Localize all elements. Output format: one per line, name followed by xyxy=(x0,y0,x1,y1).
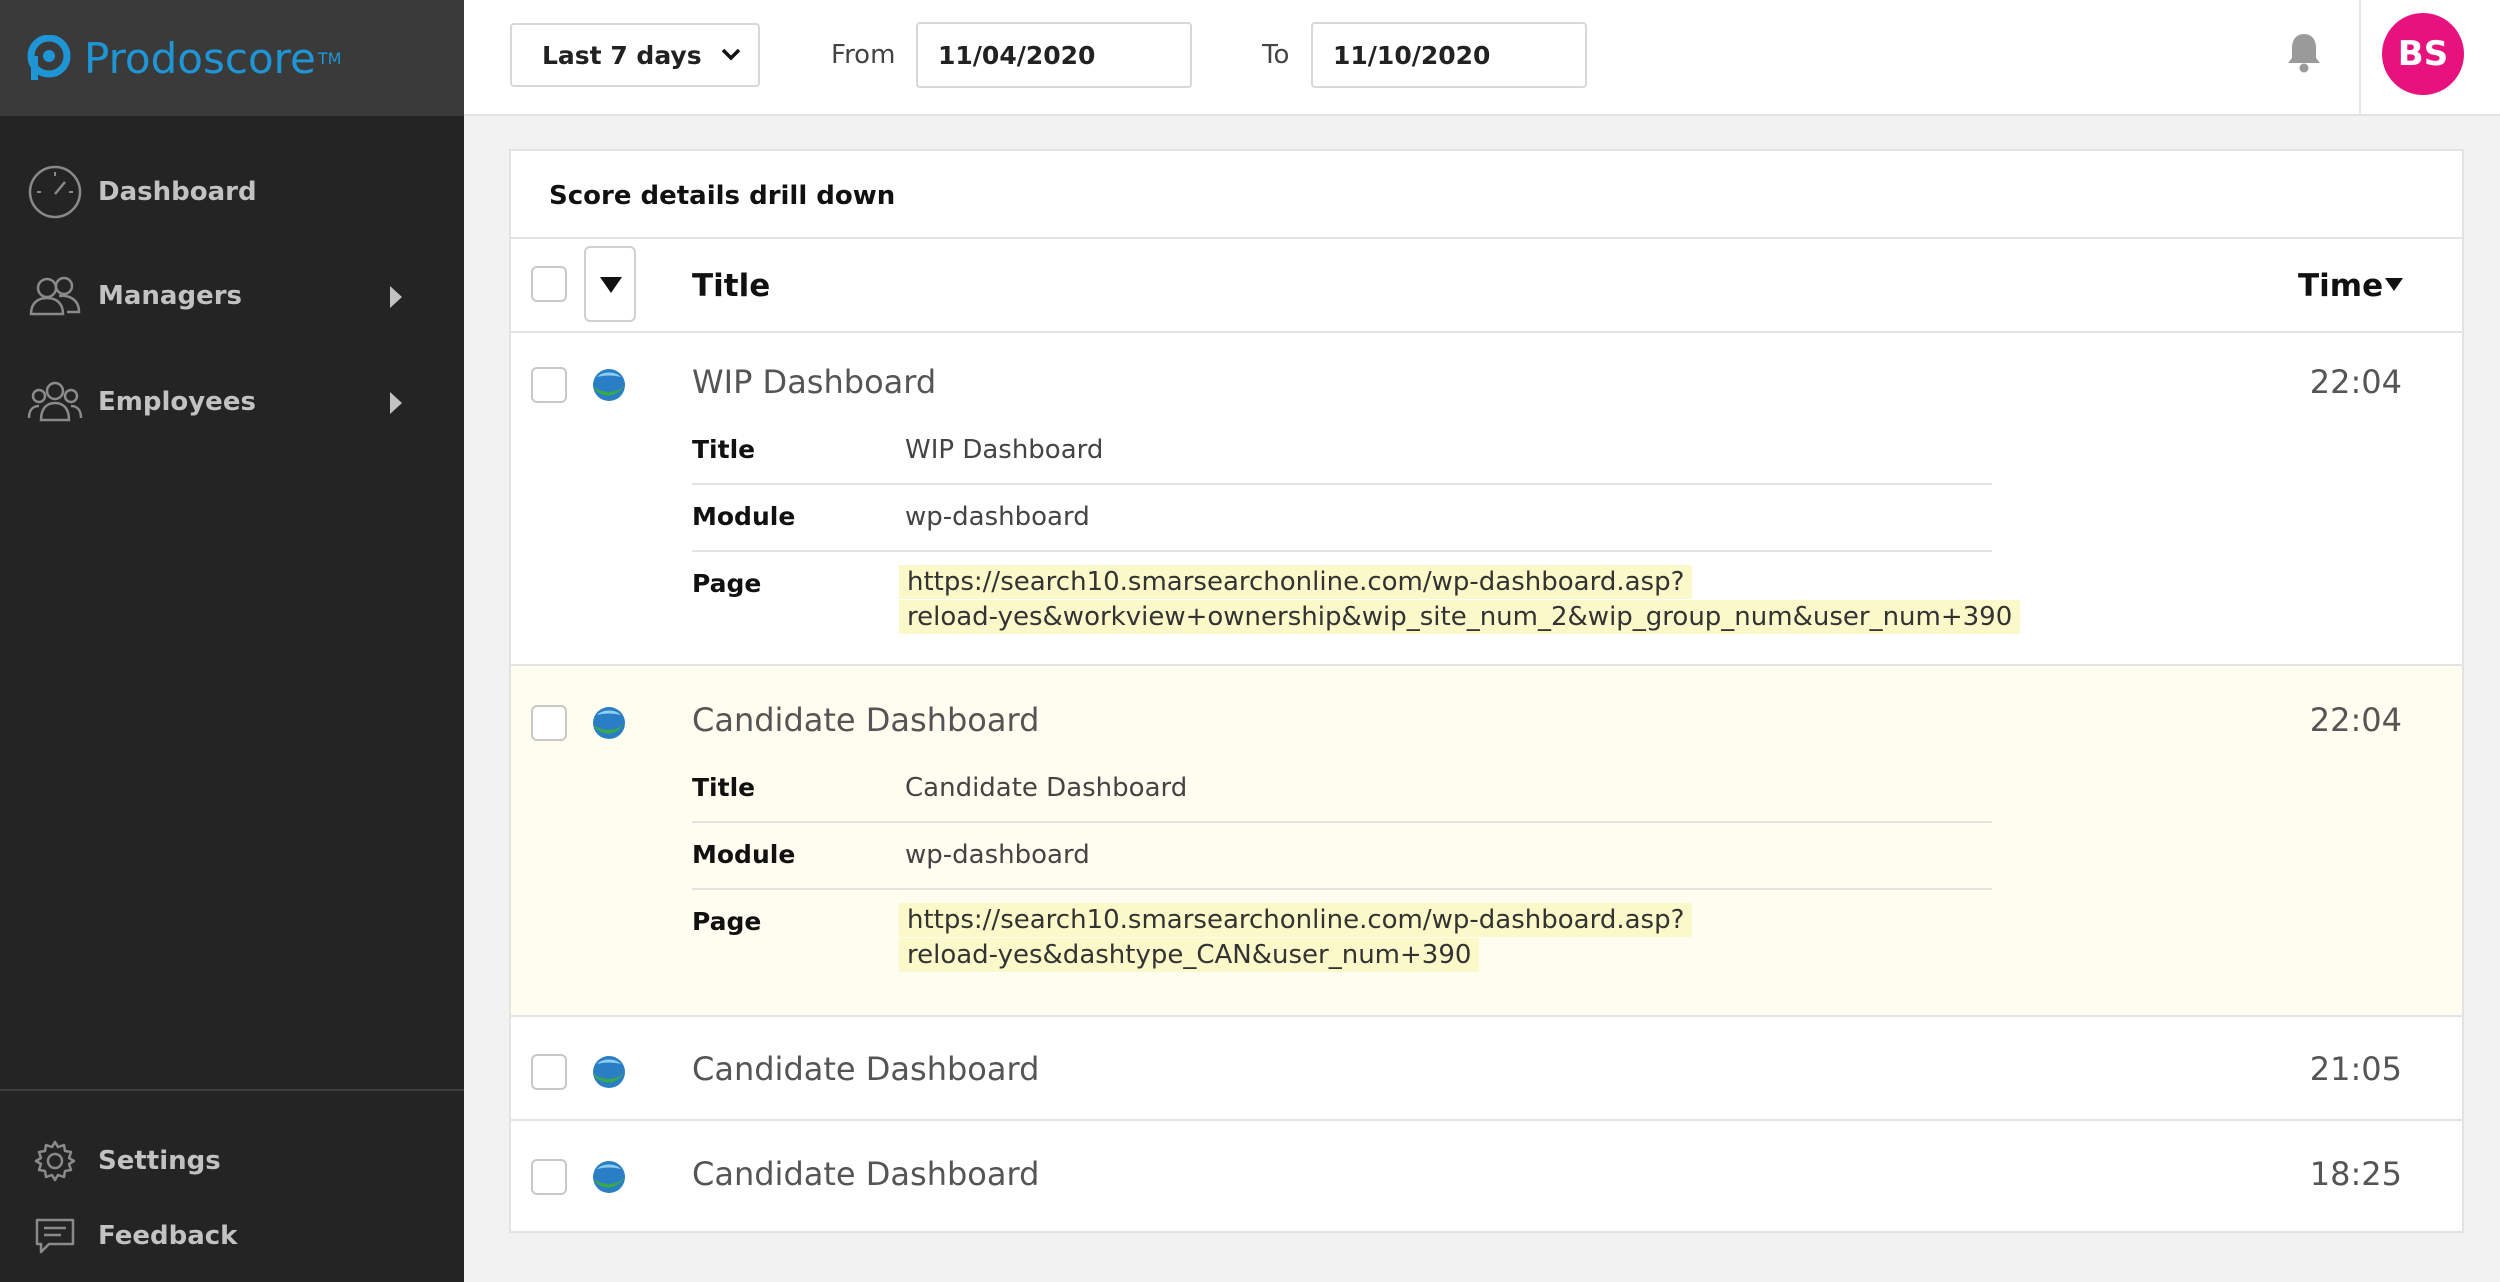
sidebar-item-label: Settings xyxy=(98,1146,221,1176)
score-details-card: Score details drill down Title Time WIP … xyxy=(509,149,2464,1233)
sidebar-item-label: Feedback xyxy=(98,1221,238,1251)
detail-title-value: WIP Dashboard xyxy=(905,435,1104,465)
page-url-line: https://search10.smarsearchonline.com/wp… xyxy=(899,903,1693,937)
detail-page-url[interactable]: https://search10.smarsearchonline.com/wp… xyxy=(899,565,2021,635)
detail-divider xyxy=(692,550,1992,552)
sidebar: Prodoscore TM Dashboard Managers Employe… xyxy=(0,0,464,1282)
row-checkbox[interactable] xyxy=(531,1054,567,1090)
detail-module-value: wp-dashboard xyxy=(905,502,1090,532)
row-time: 22:04 xyxy=(2309,363,2402,401)
detail-divider xyxy=(692,888,1992,890)
row-title[interactable]: WIP Dashboard xyxy=(692,363,936,401)
from-label: From xyxy=(831,40,896,70)
row-time: 22:04 xyxy=(2309,701,2402,739)
topbar-divider xyxy=(2359,0,2361,116)
page-url-line: https://search10.smarsearchonline.com/wp… xyxy=(899,565,1693,599)
detail-divider xyxy=(692,483,1992,485)
avatar[interactable]: BS xyxy=(2382,13,2464,95)
speedometer-icon xyxy=(26,163,84,221)
chevron-down-icon xyxy=(721,48,741,61)
top-bar: Last 7 days From To BS xyxy=(464,0,2500,116)
row-title[interactable]: Candidate Dashboard xyxy=(692,1050,1039,1088)
divider xyxy=(511,237,2462,239)
row-checkbox[interactable] xyxy=(531,1159,567,1195)
brand-name: Prodoscore xyxy=(84,33,316,83)
column-header-title[interactable]: Title xyxy=(692,268,770,304)
managers-icon xyxy=(26,267,84,325)
detail-title-value: Candidate Dashboard xyxy=(905,773,1188,803)
sidebar-item-label: Dashboard xyxy=(98,177,257,207)
detail-module-label: Module xyxy=(692,840,796,869)
expand-arrow-icon[interactable] xyxy=(390,286,402,308)
globe-icon xyxy=(593,1056,625,1088)
bulk-actions-dropdown[interactable] xyxy=(584,246,636,322)
detail-page-url[interactable]: https://search10.smarsearchonline.com/wp… xyxy=(899,903,1693,973)
card-title: Score details drill down xyxy=(549,181,896,211)
brand-trademark: TM xyxy=(317,48,342,68)
select-all-checkbox[interactable] xyxy=(531,266,567,302)
row-title[interactable]: Candidate Dashboard xyxy=(692,1155,1039,1193)
detail-divider xyxy=(692,821,1992,823)
prodoscore-logo-icon xyxy=(27,35,71,80)
sidebar-item-settings[interactable]: Settings xyxy=(0,1121,464,1201)
row-title[interactable]: Candidate Dashboard xyxy=(692,701,1039,739)
row-checkbox[interactable] xyxy=(531,367,567,403)
sidebar-item-managers[interactable]: Managers xyxy=(0,256,464,336)
to-label: To xyxy=(1262,40,1290,70)
detail-module-value: wp-dashboard xyxy=(905,840,1090,870)
sidebar-item-label: Managers xyxy=(98,281,243,311)
detail-page-label: Page xyxy=(692,907,762,936)
caret-down-icon xyxy=(600,277,622,293)
date-range-value: Last 7 days xyxy=(542,40,702,70)
chat-icon xyxy=(26,1207,84,1265)
bell-icon[interactable] xyxy=(2284,30,2324,74)
sidebar-item-feedback[interactable]: Feedback xyxy=(0,1196,464,1276)
sidebar-item-label: Employees xyxy=(98,387,256,417)
page-url-line: reload-yes&workview+ownership&wip_site_n… xyxy=(899,600,2021,634)
page-url-line: reload-yes&dashtype_CAN&user_num+390 xyxy=(899,938,1480,972)
detail-title-label: Title xyxy=(692,773,756,802)
row-time: 21:05 xyxy=(2309,1050,2402,1088)
sidebar-item-dashboard[interactable]: Dashboard xyxy=(0,152,464,232)
sidebar-item-employees[interactable]: Employees xyxy=(0,362,464,442)
sidebar-divider xyxy=(0,1089,464,1091)
to-date-input[interactable] xyxy=(1311,22,1587,88)
detail-module-label: Module xyxy=(692,502,796,531)
detail-page-label: Page xyxy=(692,569,762,598)
row-checkbox[interactable] xyxy=(531,705,567,741)
sort-desc-icon[interactable] xyxy=(2385,278,2403,291)
row-time: 18:25 xyxy=(2309,1155,2402,1193)
detail-title-label: Title xyxy=(692,435,756,464)
globe-icon xyxy=(593,1161,625,1193)
from-date-input[interactable] xyxy=(916,22,1192,88)
date-range-select[interactable]: Last 7 days xyxy=(510,23,760,87)
globe-icon xyxy=(593,369,625,401)
expand-arrow-icon[interactable] xyxy=(390,392,402,414)
employees-icon xyxy=(26,373,84,431)
column-header-time[interactable]: Time xyxy=(2298,268,2383,304)
gear-icon xyxy=(26,1132,84,1190)
logo-bar: Prodoscore TM xyxy=(0,0,464,116)
globe-icon xyxy=(593,707,625,739)
